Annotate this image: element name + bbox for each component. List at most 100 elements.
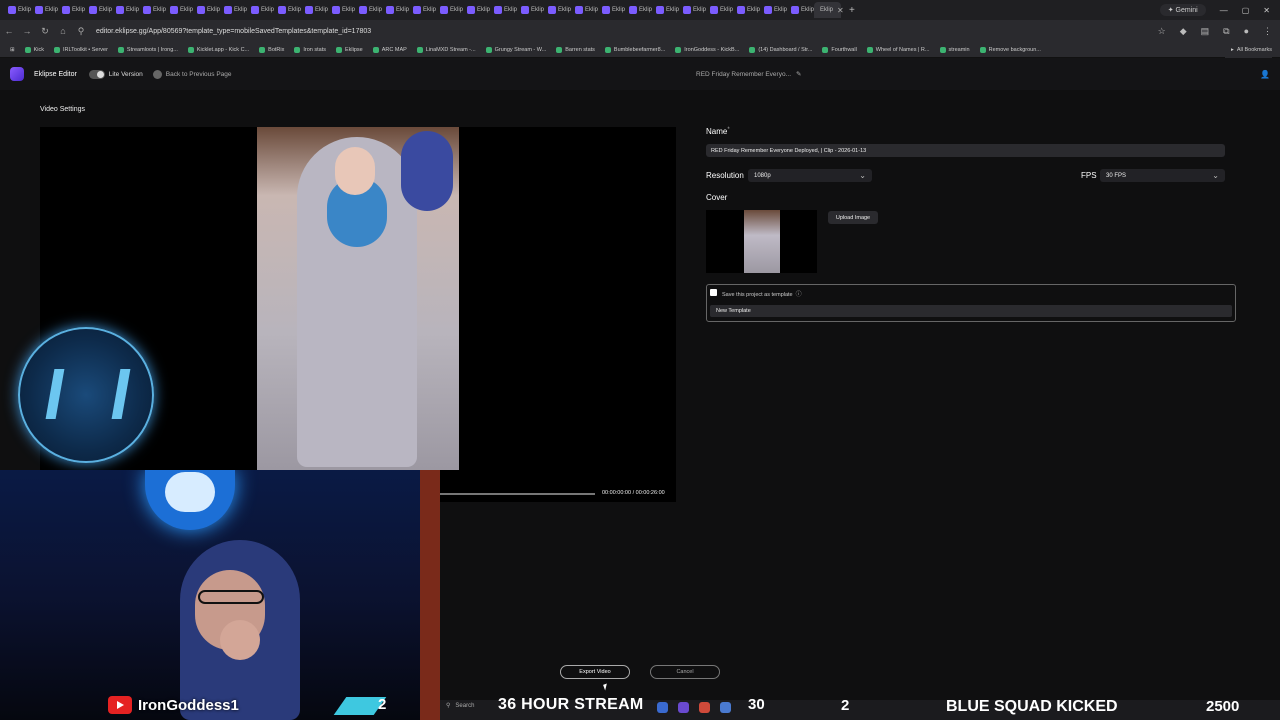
bookmark-item[interactable]: Grungy Stream - W... xyxy=(485,46,547,53)
browser-tab[interactable]: Eklip xyxy=(490,2,517,18)
maximize-icon[interactable]: ▢ xyxy=(1242,6,1250,15)
gemini-label: Gemini xyxy=(1175,7,1198,14)
profile-icon[interactable]: ● xyxy=(1244,26,1249,36)
tab-label: Eklip xyxy=(719,7,733,13)
browser-tab[interactable]: Eklip xyxy=(382,2,409,18)
bookmark-item[interactable]: Streamloots | Irong... xyxy=(117,46,178,53)
bookmark-star-icon[interactable]: ☆ xyxy=(1158,26,1166,37)
template-name-input[interactable]: New Template xyxy=(710,305,1232,317)
bookmark-item[interactable]: IronGoddess - KickB... xyxy=(675,46,739,53)
bookmark-label: Grungy Stream - W... xyxy=(494,46,547,53)
taskbar-chrome-icon[interactable] xyxy=(699,702,710,713)
edit-pencil-icon[interactable]: ✎ xyxy=(796,70,801,78)
export-video-button[interactable]: Export Video xyxy=(560,665,630,679)
project-title[interactable]: RED Friday Remember Everyo... ✎ xyxy=(696,58,801,90)
browser-tab[interactable]: Eklip xyxy=(220,2,247,18)
fps-select[interactable]: 30 FPS ⌄ xyxy=(1100,169,1225,182)
extension-icon[interactable]: ◆ xyxy=(1180,26,1187,37)
all-bookmarks[interactable]: ▸ All Bookmarks xyxy=(1225,42,1272,58)
forward-nav-icon[interactable]: → xyxy=(18,26,36,36)
browser-tab[interactable]: Eklip xyxy=(544,2,571,18)
close-tab-icon[interactable]: ✕ xyxy=(837,6,844,15)
reload-icon[interactable]: ↻ xyxy=(36,26,54,37)
browser-tab[interactable]: Eklip xyxy=(139,2,166,18)
browser-tab[interactable]: Eklip xyxy=(571,2,598,18)
user-icon[interactable]: 👤 xyxy=(1260,58,1270,90)
extensions-menu-icon[interactable]: ⧉ xyxy=(1223,26,1229,37)
menu-icon[interactable]: ⋮ xyxy=(1263,26,1272,37)
bookmark-item[interactable]: LinaMXD Stream -... xyxy=(416,46,476,53)
bookmark-item[interactable]: Fourthwall xyxy=(822,46,857,53)
bookmark-item[interactable]: Iron stats xyxy=(294,46,326,53)
browser-tab[interactable]: Eklip xyxy=(328,2,355,18)
cover-thumbnail[interactable] xyxy=(706,210,817,273)
browser-tab[interactable]: Eklip xyxy=(652,2,679,18)
bookmark-item[interactable]: Kicklet.app - Kick C... xyxy=(187,46,249,53)
new-tab-icon[interactable]: + xyxy=(849,5,855,16)
browser-tab[interactable]: Eklip xyxy=(4,2,31,18)
browser-tab[interactable]: Eklip xyxy=(463,2,490,18)
browser-tab[interactable]: Eklip xyxy=(409,2,436,18)
resolution-select[interactable]: 1080p ⌄ xyxy=(748,169,872,182)
bookmark-item[interactable]: Wheel of Names | R... xyxy=(866,46,930,53)
browser-tab[interactable]: Eklip xyxy=(436,2,463,18)
bookmark-item[interactable]: BotRix xyxy=(259,46,284,53)
apps-grid-icon[interactable]: ⊞ xyxy=(10,47,15,53)
bookmark-item[interactable]: Eklipse xyxy=(335,46,363,53)
bookmark-item[interactable]: Remove backgroun... xyxy=(979,46,1041,53)
upload-image-button[interactable]: Upload Image xyxy=(828,211,878,224)
bookmark-item[interactable]: IRLToolkit • Server xyxy=(54,46,108,53)
bookmark-item[interactable]: (14) Dashboard / Str... xyxy=(749,46,812,53)
browser-tab[interactable]: Eklip ✕ xyxy=(814,2,844,18)
home-icon[interactable]: ⌂ xyxy=(54,26,72,36)
minimize-icon[interactable]: — xyxy=(1220,6,1228,15)
browser-tab[interactable]: Eklip xyxy=(679,2,706,18)
cancel-button[interactable]: Cancel xyxy=(650,665,720,679)
save-template-checkbox[interactable] xyxy=(710,289,717,296)
back-nav-icon[interactable]: ← xyxy=(0,26,18,36)
bookmark-favicon-icon xyxy=(416,46,423,53)
browser-tab[interactable]: Eklip xyxy=(58,2,85,18)
browser-tab[interactable]: Eklip xyxy=(760,2,787,18)
bookmark-item[interactable]: Bumblebeefarmer8... xyxy=(604,46,665,53)
browser-tab[interactable]: Eklip xyxy=(517,2,544,18)
browser-tab[interactable]: Eklip xyxy=(31,2,58,18)
back-to-previous-page[interactable]: Back to Previous Page xyxy=(152,69,232,79)
browser-tab[interactable]: Eklip xyxy=(355,2,382,18)
bookmark-item[interactable]: ARC MAP xyxy=(372,46,407,53)
browser-tab[interactable]: Eklip xyxy=(274,2,301,18)
lite-version-toggle[interactable] xyxy=(88,69,105,79)
bookmark-item[interactable]: Kick xyxy=(24,46,44,53)
browser-tab[interactable]: Eklip xyxy=(112,2,139,18)
bookmark-item[interactable]: streamin xyxy=(939,46,970,53)
browser-tab[interactable]: Eklip xyxy=(85,2,112,18)
timeline-bar[interactable] xyxy=(440,493,595,495)
taskbar-app-icon[interactable] xyxy=(657,702,668,713)
browser-tab[interactable]: Eklip xyxy=(733,2,760,18)
browser-tab[interactable]: Eklip xyxy=(166,2,193,18)
browser-tab[interactable]: Eklip xyxy=(625,2,652,18)
bookmark-item[interactable]: Barren stats xyxy=(556,46,595,53)
site-info-icon[interactable]: ⚲ xyxy=(72,26,90,37)
url-field[interactable]: editor.eklipse.gg/App/80569?template_typ… xyxy=(96,28,371,35)
tab-label: Eklip xyxy=(395,7,409,13)
video-settings-title: Video Settings xyxy=(40,106,86,113)
browser-tab[interactable]: Eklip xyxy=(301,2,328,18)
name-input[interactable]: RED Friday Remember Everyone Deployed, |… xyxy=(706,144,1225,157)
info-icon[interactable]: ⓘ xyxy=(796,292,802,298)
browser-tab[interactable]: Eklip xyxy=(787,2,814,18)
tab-label: Eklip xyxy=(125,7,139,13)
browser-tab[interactable]: Eklip xyxy=(193,2,220,18)
close-window-icon[interactable]: ✕ xyxy=(1263,6,1270,15)
taskbar-search[interactable]: ⚲ Search xyxy=(446,702,474,710)
browser-tab[interactable]: Eklip xyxy=(706,2,733,18)
browser-tab[interactable]: Eklip xyxy=(247,2,274,18)
gemini-button[interactable]: ✦ Gemini xyxy=(1159,4,1206,16)
browser-tab[interactable]: Eklip xyxy=(598,2,625,18)
app-name: Eklipse Editor xyxy=(34,70,77,78)
taskbar-app-icon[interactable] xyxy=(720,702,731,713)
eklipse-tab-icon xyxy=(467,6,475,14)
extension-icon-2[interactable]: ▤ xyxy=(1201,26,1210,37)
taskbar-app-icon[interactable] xyxy=(678,702,689,713)
eklipse-tab-icon xyxy=(764,6,772,14)
